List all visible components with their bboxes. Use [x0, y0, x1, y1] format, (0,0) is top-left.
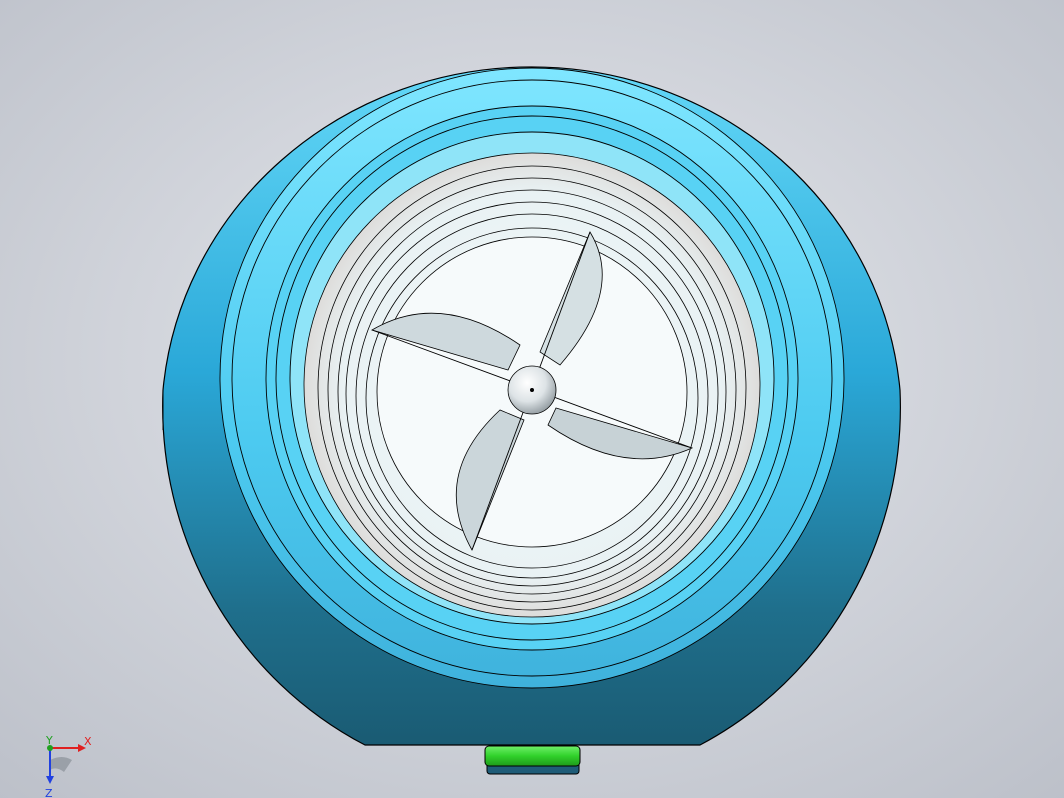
y-axis-label: Y	[45, 734, 53, 747]
model-canvas[interactable]: X Y Z	[0, 0, 1064, 798]
cad-viewport[interactable]: X Y Z	[0, 0, 1064, 798]
z-axis-label: Z	[45, 787, 53, 798]
power-button[interactable]	[484, 745, 581, 775]
x-axis-label: X	[84, 735, 92, 748]
